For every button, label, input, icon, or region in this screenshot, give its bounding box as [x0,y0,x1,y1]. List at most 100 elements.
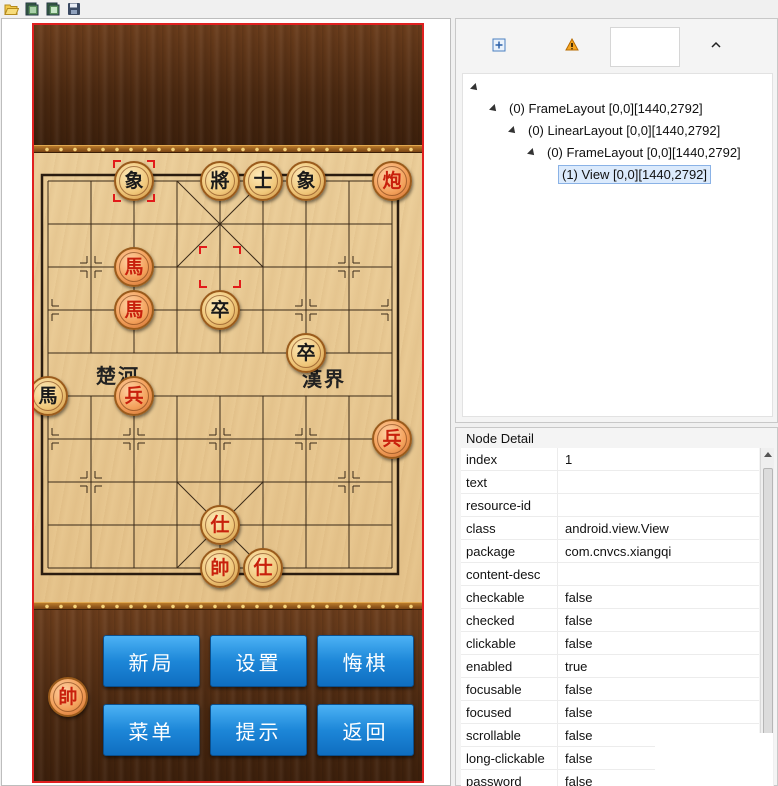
xiangqi-piece[interactable]: 炮 [372,161,412,201]
expand-all-icon[interactable] [491,37,507,53]
collapse-triangle-icon[interactable] [527,147,537,158]
detail-row-clickable[interactable]: clickable false [461,632,759,655]
detail-value: false [565,750,593,766]
piece-label: 馬 [119,252,149,282]
warning-icon[interactable] [564,37,580,53]
detail-key: class [461,517,558,539]
open-folder-icon[interactable] [4,2,20,16]
detail-key: scrollable [461,724,558,746]
detail-key: focusable [461,678,558,700]
back-button[interactable]: 返回 [317,704,414,756]
detail-key: text [461,471,558,493]
detail-key: checked [461,609,558,631]
detail-key: enabled [461,655,558,677]
xiangqi-piece[interactable]: 馬 [114,290,154,330]
piece-label: 將 [205,166,235,196]
detail-value: false [565,589,593,605]
xiangqi-piece[interactable]: 象 [286,161,326,201]
piece-label: 卒 [205,295,235,325]
detail-row-text[interactable]: text [461,471,759,494]
detail-key: long-clickable [461,747,558,769]
scroll-thumb[interactable] [763,468,773,768]
collapse-triangle-icon[interactable] [470,82,480,93]
detail-value: false [565,635,593,651]
detail-key: resource-id [461,494,558,516]
collapse-triangle-icon[interactable] [508,125,518,136]
tree-node-label: (0) FrameLayout [0,0][1440,2792] [547,145,741,160]
piece-label: 馬 [34,381,63,411]
detail-value: false [565,727,593,743]
device-screenshot-icon[interactable] [25,2,40,16]
detail-value: false [565,704,593,720]
xiangqi-piece[interactable]: 仕 [243,548,283,588]
tree-toolbar [456,19,777,71]
detail-key: index [461,448,558,470]
xiangqi-piece[interactable]: 將 [200,161,240,201]
piece-label: 象 [291,166,321,196]
detail-value: false [565,681,593,697]
detail-value: false [565,773,593,786]
xiangqi-piece[interactable]: 兵 [114,376,154,416]
piece-label: 仕 [205,510,235,540]
detail-key: package [461,540,558,562]
chevron-up-icon[interactable] [708,37,724,53]
piece-label: 仕 [248,553,278,583]
undo-button[interactable]: 悔棋 [317,635,414,687]
piece-label: 炮 [377,166,407,196]
detail-value: com.cnvcs.xiangqi [565,543,672,559]
tree-node-label: (0) FrameLayout [0,0][1440,2792] [509,101,703,116]
detail-row-focusable[interactable]: focusable false [461,678,759,701]
device-screenshot-compressed-icon[interactable] [46,2,61,16]
tree-node-linearlayout[interactable]: (0) LinearLayout [0,0][1440,2792] [508,121,723,140]
detail-key: content-desc [461,563,558,585]
tree-node-view-selected[interactable]: (1) View [0,0][1440,2792] [558,165,712,184]
piece-label: 帥 [205,553,235,583]
detail-value: 1 [565,451,573,467]
piece-label: 馬 [119,295,149,325]
hierarchy-tree[interactable]: (0) FrameLayout [0,0][1440,2792] (0) Lin… [462,73,773,417]
detail-value: true [565,658,588,674]
settings-button[interactable]: 设置 [210,635,307,687]
detail-row-class[interactable]: class android.view.View [461,517,759,540]
xiangqi-piece[interactable]: 兵 [372,419,412,459]
scroll-up-arrow-icon[interactable] [764,452,772,457]
tree-filter-input[interactable] [610,27,680,67]
xiangqi-piece[interactable]: 卒 [200,290,240,330]
menu-button[interactable]: 菜单 [103,704,200,756]
detail-key: clickable [461,632,558,654]
xiangqi-piece[interactable]: 帥 [200,548,240,588]
hint-button[interactable]: 提示 [210,704,307,756]
detail-key: password [461,770,558,786]
detail-row-focused[interactable]: focused false [461,701,759,724]
xiangqi-piece[interactable]: 馬 [114,247,154,287]
device-screen[interactable]: 楚河 漢界 象將士象炮馬馬卒卒馬兵兵仕帥仕 帥 新局 设置 悔棋 菜单 提示 返… [32,23,424,783]
collapse-triangle-icon[interactable] [489,103,499,114]
new-game-button[interactable]: 新局 [103,635,200,687]
xiangqi-board[interactable]: 楚河 漢界 象將士象炮馬馬卒卒馬兵兵仕帥仕 [34,153,422,602]
save-icon[interactable] [67,2,82,16]
detail-row-content-desc[interactable]: content-desc [461,563,759,586]
detail-row-enabled[interactable]: enabled true [461,655,759,678]
detail-row-index[interactable]: index 1 [461,448,759,471]
detail-row-package[interactable]: package com.cnvcs.xiangqi [461,540,759,563]
piece-label: 兵 [377,424,407,454]
blank-area [655,733,773,786]
xiangqi-piece[interactable]: 卒 [286,333,326,373]
selection-marker [113,160,155,202]
wood-top-panel [34,25,422,145]
detail-row-checked[interactable]: checked false [461,609,759,632]
piece-label: 兵 [119,381,149,411]
xiangqi-piece[interactable]: 士 [243,161,283,201]
tree-node-root[interactable] [470,78,493,97]
main-toolbar [0,0,778,18]
detail-key: focused [461,701,558,723]
tree-node-framelayout[interactable]: (0) FrameLayout [0,0][1440,2792] [489,99,706,118]
detail-row-checkable[interactable]: checkable false [461,586,759,609]
xiangqi-piece[interactable]: 仕 [200,505,240,545]
detail-row-resource-id[interactable]: resource-id [461,494,759,517]
tree-node-framelayout-inner[interactable]: (0) FrameLayout [0,0][1440,2792] [527,143,744,162]
captured-piece: 帥 [48,677,88,717]
captured-piece-label: 帥 [53,682,83,712]
detail-value: android.view.View [565,520,669,536]
selection-marker [199,246,241,288]
